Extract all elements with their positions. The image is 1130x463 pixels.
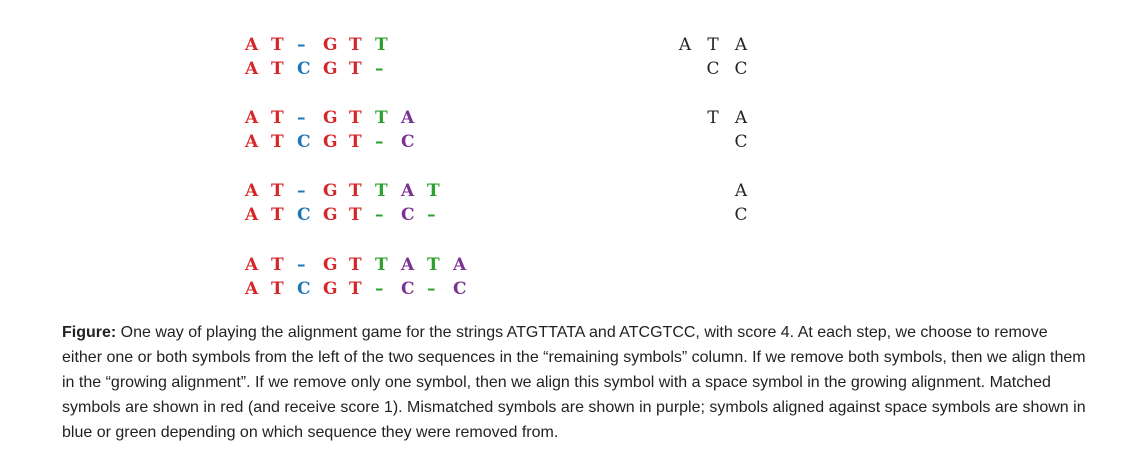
alignment-symbol: – xyxy=(297,255,306,275)
alignment-symbol: C xyxy=(401,279,415,299)
remaining-3-bottom-row: C xyxy=(727,203,755,227)
alignment-symbol: T xyxy=(375,181,388,201)
alignment-symbol: T xyxy=(349,181,362,201)
remaining-2-bottom-row: C xyxy=(699,130,755,154)
alignment-symbol: – xyxy=(297,108,306,128)
alignment-symbol: T xyxy=(427,181,440,201)
alignment-symbol: A xyxy=(245,108,259,128)
alignment-3-bottom-row: A T C G T – C – xyxy=(245,203,453,227)
alignment-symbol: C xyxy=(401,205,415,225)
alignment-symbol: A xyxy=(245,255,259,275)
alignment-symbol: T xyxy=(349,132,362,152)
remaining-symbol: A xyxy=(734,35,748,55)
alignment-symbol: T xyxy=(375,108,388,128)
alignment-symbol: A xyxy=(401,108,415,128)
alignment-symbol: – xyxy=(375,279,384,299)
alignment-symbol: T xyxy=(271,255,284,275)
alignment-symbol: T xyxy=(271,59,284,79)
alignment-symbol: – xyxy=(375,59,384,79)
remaining-symbol: A xyxy=(678,35,692,55)
remaining-1-top-row: ATA xyxy=(671,33,755,57)
remaining-symbol: A xyxy=(734,181,748,201)
alignment-symbol: T xyxy=(375,35,388,55)
remaining-symbol: C xyxy=(734,59,748,79)
alignment-symbol: T xyxy=(375,255,388,275)
alignment-symbol: T xyxy=(271,132,284,152)
alignment-symbol: – xyxy=(375,205,384,225)
alignment-symbol: A xyxy=(453,255,467,275)
alignment-4-top-row: A T – G T T A T A xyxy=(245,253,479,277)
alignment-symbol: – xyxy=(375,132,384,152)
caption-label: Figure: xyxy=(62,324,117,341)
alignment-symbol: T xyxy=(349,35,362,55)
remaining-2-top-row: TA xyxy=(699,106,755,130)
alignment-symbol: – xyxy=(427,279,436,299)
alignment-symbol: A xyxy=(245,205,259,225)
alignment-symbol: G xyxy=(323,108,338,128)
remaining-3-top-row: A xyxy=(727,179,755,203)
alignment-symbol: G xyxy=(323,255,338,275)
alignment-symbol: C xyxy=(297,132,311,152)
remaining-1-bottom-row: CC xyxy=(671,57,755,81)
alignment-symbol: C xyxy=(297,59,311,79)
alignment-symbol: G xyxy=(323,181,338,201)
alignment-symbol: T xyxy=(349,205,362,225)
alignment-symbol: T xyxy=(271,35,284,55)
alignment-symbol: G xyxy=(323,59,338,79)
alignment-symbol: T xyxy=(349,108,362,128)
alignment-symbol: T xyxy=(349,255,362,275)
alignment-symbol: G xyxy=(323,205,338,225)
alignment-symbol: C xyxy=(453,279,467,299)
alignment-symbol: – xyxy=(427,205,436,225)
alignment-symbol: T xyxy=(349,279,362,299)
remaining-symbol: A xyxy=(734,108,748,128)
alignment-symbol: A xyxy=(401,181,415,201)
alignment-symbol: T xyxy=(271,108,284,128)
alignment-symbol: C xyxy=(297,279,311,299)
alignment-symbol: G xyxy=(323,35,338,55)
alignment-symbol: T xyxy=(271,279,284,299)
alignment-symbol: C xyxy=(297,205,311,225)
alignment-4-bottom-row: A T C G T – C – C xyxy=(245,277,479,301)
remaining-symbol: C xyxy=(706,59,720,79)
alignment-symbol: A xyxy=(401,255,415,275)
alignment-symbol: – xyxy=(297,35,306,55)
alignment-symbol: A xyxy=(245,132,259,152)
alignment-symbol: C xyxy=(401,132,415,152)
alignment-symbol: A xyxy=(245,35,259,55)
alignment-1-top-row: A T – G T T xyxy=(245,33,401,57)
alignment-3-top-row: A T – G T T A T xyxy=(245,179,453,203)
remaining-symbol: T xyxy=(707,35,719,55)
alignment-symbol: G xyxy=(323,279,338,299)
remaining-symbol: C xyxy=(734,132,748,152)
alignment-symbol: – xyxy=(297,181,306,201)
remaining-symbol: C xyxy=(734,205,748,225)
alignment-symbol: T xyxy=(271,205,284,225)
alignment-1-bottom-row: A T C G T – xyxy=(245,57,401,81)
alignment-symbol: A xyxy=(245,279,259,299)
alignment-symbol: T xyxy=(271,181,284,201)
alignment-2-top-row: A T – G T T A xyxy=(245,106,427,130)
alignment-symbol: T xyxy=(349,59,362,79)
alignment-symbol: T xyxy=(427,255,440,275)
alignment-2-bottom-row: A T C G T – C xyxy=(245,130,427,154)
caption-text: One way of playing the alignment game fo… xyxy=(62,324,1086,441)
remaining-symbol: T xyxy=(707,108,719,128)
alignment-symbol: A xyxy=(245,181,259,201)
alignment-symbol: G xyxy=(323,132,338,152)
figure-caption: Figure: One way of playing the alignment… xyxy=(62,320,1092,445)
alignment-symbol: A xyxy=(245,59,259,79)
